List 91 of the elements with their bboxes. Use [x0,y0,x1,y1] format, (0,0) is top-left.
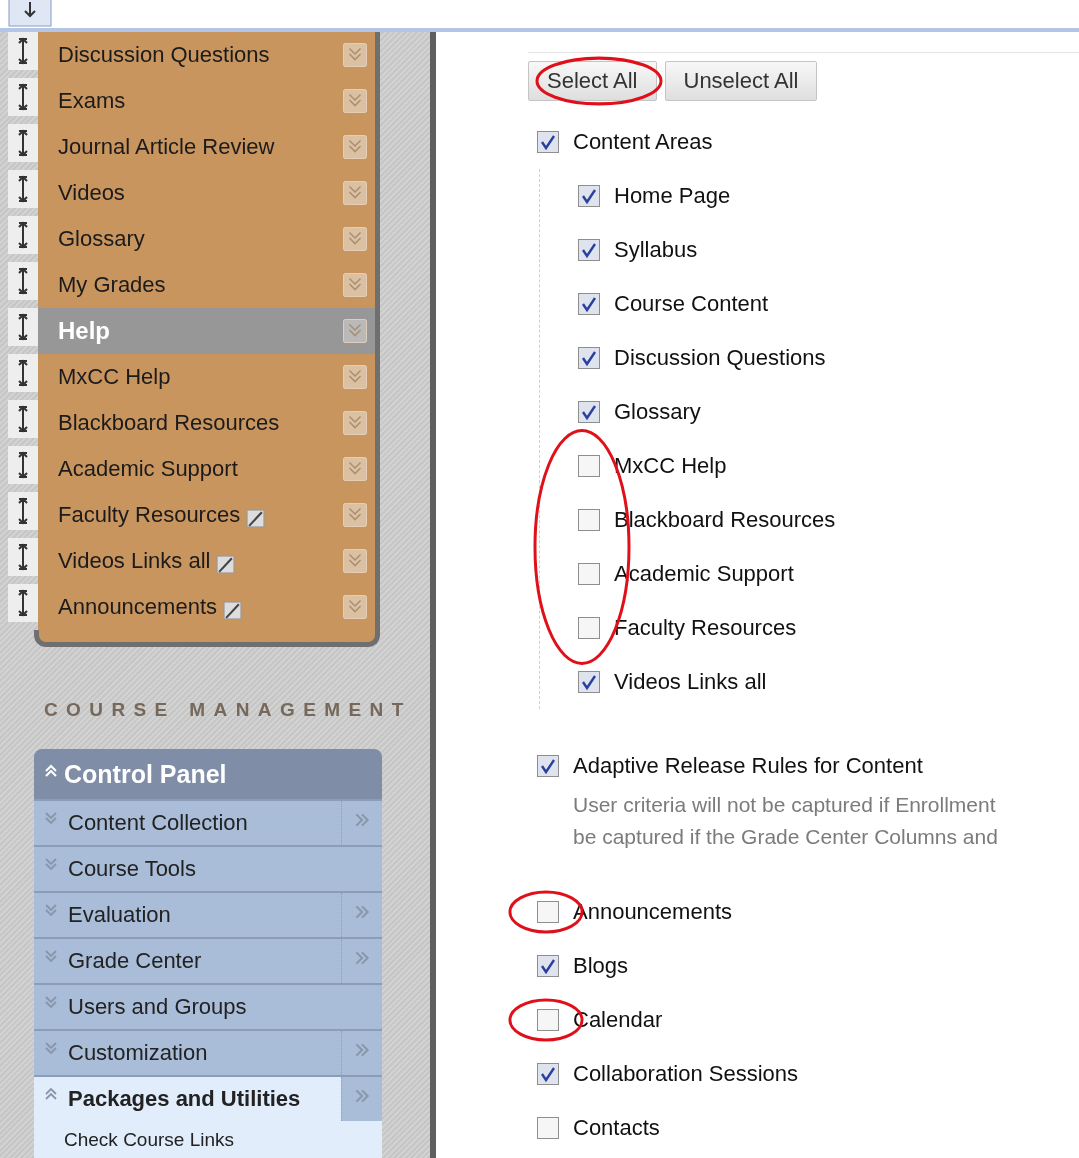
drag-handle-icon[interactable] [8,308,38,346]
drag-handle-icon[interactable] [8,492,38,530]
chevron-down-icon[interactable] [343,319,367,343]
option-label: Syllabus [614,237,698,263]
menu-item[interactable]: Exams [38,78,375,124]
checkbox[interactable] [537,1117,559,1139]
double-chevron-right-icon [353,1087,371,1105]
drag-handle-icon[interactable] [8,538,38,576]
menu-item[interactable]: MxCC Help [38,354,375,400]
option-label: Home Page [614,183,731,209]
checkbox[interactable] [578,455,600,477]
chevron-down-icon[interactable] [343,457,367,481]
menu-item[interactable]: Videos [38,170,375,216]
chevron-down-icon [44,857,58,871]
option-label: Content Areas [573,129,713,155]
chevron-down-icon[interactable] [343,135,367,159]
chevron-down-icon[interactable] [343,503,367,527]
chevron-up-icon [44,764,58,778]
chevron-down-icon[interactable] [343,411,367,435]
drag-handle-icon[interactable] [8,78,38,116]
menu-item[interactable]: Announcements [38,584,375,630]
checked-checkbox[interactable] [578,185,600,207]
chevron-down-icon [44,1041,58,1055]
chevron-down-icon[interactable] [343,43,367,67]
checkbox[interactable] [537,1009,559,1031]
checkbox[interactable] [537,901,559,923]
drag-handle-icon[interactable] [8,446,38,484]
menu-item[interactable]: Videos Links all [38,538,375,584]
double-chevron-right-icon [353,1041,371,1059]
chevron-down-icon[interactable] [343,595,367,619]
option-description: User criteria will not be captured if Enrollment [572,792,997,818]
chevron-down-icon[interactable] [343,181,367,205]
checked-checkbox[interactable] [537,955,559,977]
drag-handle-icon[interactable] [8,262,38,300]
select-button[interactable]: Select All [528,61,657,101]
checked-checkbox[interactable] [578,401,600,423]
option-label: Contacts [573,1115,660,1141]
chevron-down-icon[interactable] [343,273,367,297]
double-chevron-right-icon [353,811,371,829]
option-label: Videos Links all [614,669,767,695]
menu-item[interactable]: Faculty Resources [38,492,375,538]
section-heading: COURSE MANAGEMENT [44,699,413,721]
option-label: Adaptive Release Rules for Content [573,753,923,779]
checked-checkbox[interactable] [578,239,600,261]
chevron-down-icon [44,903,58,917]
drag-handle-icon[interactable] [8,32,38,70]
chevron-down-icon [44,949,58,963]
chevron-down-icon [44,995,58,1009]
option-label: Glossary [614,399,701,425]
menu-item[interactable]: Blackboard Resources [38,400,375,446]
checked-checkbox[interactable] [578,671,600,693]
drag-handle-icon[interactable] [8,124,38,162]
option-label: Discussion Questions [614,345,826,371]
option-label: Faculty Resources [614,615,797,641]
drag-handle-icon[interactable] [8,216,38,254]
double-chevron-right-icon [353,949,371,967]
menu-item[interactable]: Glossary [38,216,375,262]
checkbox[interactable] [578,509,600,531]
chevron-up-icon [44,1087,58,1101]
menu-item[interactable]: Academic Support [38,446,375,492]
chevron-down-icon[interactable] [343,549,367,573]
panel-item[interactable]: Users and Groups [34,985,382,1029]
menu-item[interactable]: Discussion Questions [38,32,375,78]
chevron-down-icon[interactable] [343,89,367,113]
option-description: be captured if the Grade Center Columns and [572,824,999,850]
drag-handle-icon[interactable] [8,584,38,622]
drag-handle-icon[interactable] [8,354,38,392]
chevron-down-icon[interactable] [343,365,367,389]
option-label: Blogs [573,953,629,979]
checked-checkbox[interactable] [537,131,559,153]
download-icon[interactable] [8,0,52,28]
panel-header[interactable]: Control Panel [34,749,382,799]
drag-handle-icon[interactable] [8,170,38,208]
checked-checkbox[interactable] [578,347,600,369]
option-label: Collaboration Sessions [573,1061,799,1087]
checked-checkbox[interactable] [537,755,559,777]
checked-checkbox[interactable] [578,293,600,315]
drag-handle-icon[interactable] [8,400,38,438]
chevron-down-icon[interactable] [343,227,367,251]
checkbox[interactable] [578,563,600,585]
select-button[interactable]: Unselect All [664,61,818,101]
chevron-down-icon [44,811,58,825]
panel-subitem[interactable]: Check Course Links [34,1121,382,1158]
panel-item[interactable]: Packages and Utilities [34,1077,341,1121]
checkbox[interactable] [578,617,600,639]
checked-checkbox[interactable] [537,1063,559,1085]
menu-item[interactable]: Journal Article Review [38,124,375,170]
option-label: Course Content [614,291,769,317]
menu-item[interactable]: My Grades [38,262,375,308]
double-chevron-right-icon [353,903,371,921]
panel-item[interactable]: Course Tools [34,847,382,891]
